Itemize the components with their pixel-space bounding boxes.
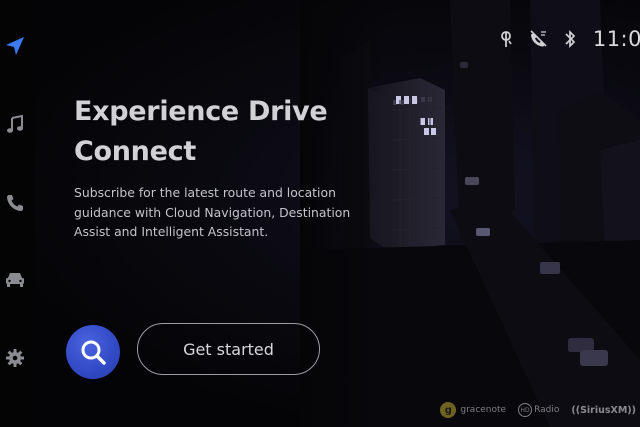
phone-muted-icon <box>527 28 549 50</box>
hdradio-logo: HD Radio <box>518 403 559 417</box>
car-icon <box>6 273 24 287</box>
title-line-2: Connect <box>74 136 196 167</box>
description-line-1: Subscribe for the latest route and locat… <box>74 185 336 200</box>
search-button[interactable] <box>66 325 120 379</box>
sidebar-item-vehicle[interactable] <box>2 267 28 293</box>
title-line-1: Experience Drive <box>74 96 328 127</box>
sidebar <box>0 0 34 427</box>
gracenote-logo: g gracenote <box>440 402 506 418</box>
search-icon <box>81 340 106 365</box>
navigation-arrow-icon <box>6 37 24 55</box>
sidebar-item-phone[interactable] <box>2 190 28 216</box>
bluetooth-icon <box>559 28 581 50</box>
siriusxm-logo: ((SiriusXM)) <box>571 404 636 416</box>
drive-connect-screen: 11:0 Experience Drive Connect Subscribe … <box>0 0 640 427</box>
gracenote-icon: g <box>440 402 457 418</box>
hd-icon: HD <box>518 403 533 417</box>
sidebar-item-music[interactable] <box>2 112 28 138</box>
page-title: Experience Drive Connect <box>74 92 334 172</box>
clock-time: 11:0 <box>592 27 640 51</box>
description-line-2: guidance with Cloud Navigation, Destinat… <box>74 204 351 220</box>
phone-icon <box>7 195 23 211</box>
status-bar: 11:0 <box>495 24 640 54</box>
get-started-button[interactable]: Get started <box>137 323 320 375</box>
voice-assistant-icon[interactable] <box>495 28 517 50</box>
promo-description: Subscribe for the latest route and locat… <box>74 183 354 242</box>
gracenote-label: gracenote <box>460 405 507 415</box>
music-note-icon <box>7 115 23 133</box>
partner-logos: g gracenote HD Radio ((SiriusXM)) <box>428 399 636 421</box>
hdradio-label: Radio <box>534 405 560 415</box>
gear-icon <box>6 349 24 367</box>
description-line-3: Assist and Intelligent Assistant. <box>74 224 269 239</box>
sidebar-item-navigation[interactable] <box>2 33 28 59</box>
sidebar-item-settings[interactable] <box>2 345 28 371</box>
